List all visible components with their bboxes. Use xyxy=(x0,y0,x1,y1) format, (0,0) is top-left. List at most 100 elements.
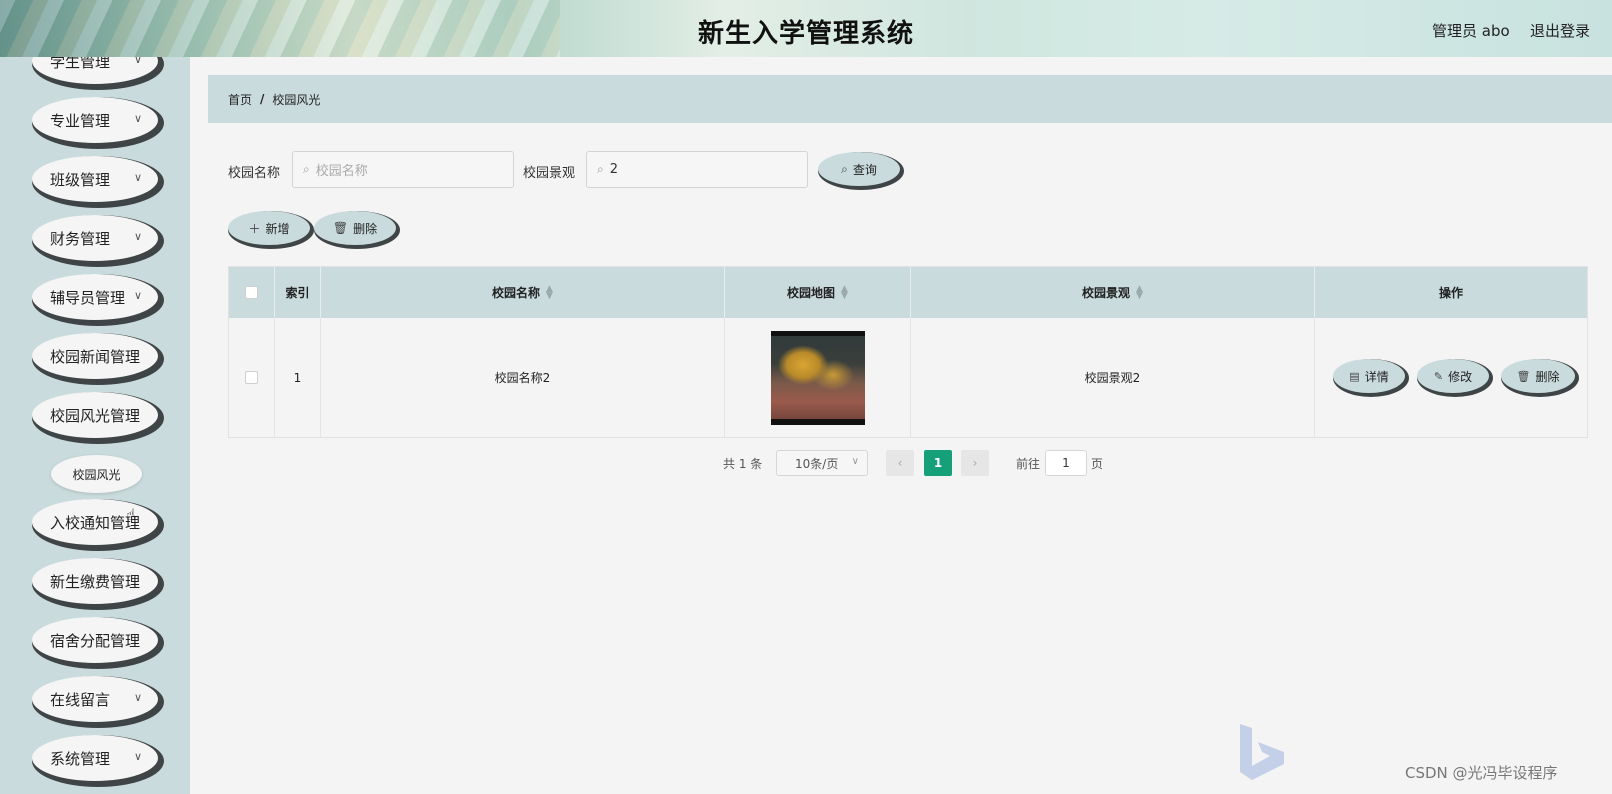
delete-button[interactable]: 🗑 删除 xyxy=(1501,359,1575,393)
goto-page-input[interactable]: 1 xyxy=(1045,450,1087,476)
sidebar-item-dorm[interactable]: 宿舍分配管理 xyxy=(32,617,158,663)
row-select-cell xyxy=(229,318,275,437)
sidebar-item-label: 宿舍分配管理 xyxy=(50,631,141,650)
add-button[interactable]: ＋ 新增 xyxy=(228,211,310,245)
table-row: 1 校园名称2 校园景观2 ▤ 详情 ✎ 修改 🗑 删除 xyxy=(229,318,1587,437)
sidebar-item-campus-scenery[interactable]: 校园风光管理 xyxy=(32,392,158,438)
header-name-label: 校园名称 xyxy=(492,286,541,300)
sidebar-item-label: 校园新闻管理 xyxy=(50,347,141,366)
document-icon: ▤ xyxy=(1349,369,1360,383)
header-select-all-cell xyxy=(229,267,275,318)
select-all-checkbox[interactable] xyxy=(245,286,258,299)
page-size-select[interactable]: 10条/页 ∨ xyxy=(776,450,868,476)
goto-prefix: 前往 xyxy=(1016,457,1041,471)
header-scene[interactable]: 校园景观 ▲ ▼ xyxy=(911,267,1315,318)
sidebar-item-major[interactable]: 专业管理 ∨ xyxy=(32,97,158,143)
sidebar-item-label: 专业管理 xyxy=(50,111,111,130)
top-header: 新生入学管理系统 管理员 abo 退出登录 xyxy=(0,0,1612,57)
search-name-input[interactable]: ⌕ 校园名称 xyxy=(292,151,514,188)
sidebar-item-label: 辅导员管理 xyxy=(50,288,126,307)
sidebar-subitem-campus-scenery[interactable]: 校园风光 xyxy=(51,455,142,493)
current-user: 管理员 abo xyxy=(1432,22,1510,40)
sidebar-item-label: 班级管理 xyxy=(50,170,111,189)
trash-icon: 🗑 xyxy=(1516,369,1531,383)
sidebar-item-label: 在线留言 xyxy=(50,690,111,709)
sort-icon: ▲ ▼ xyxy=(1136,284,1143,301)
batch-delete-button-label: 删除 xyxy=(353,221,378,236)
sidebar-item-student[interactable]: 学生管理 ∨ xyxy=(32,57,158,84)
search-icon: ⌕ xyxy=(303,162,310,176)
row-index: 1 xyxy=(275,318,321,437)
chevron-down-icon: ∨ xyxy=(133,750,142,763)
search-scene-value: 2 xyxy=(609,162,619,177)
header-index: 索引 xyxy=(275,267,321,318)
search-scene-label: 校园景观 xyxy=(523,166,576,181)
sidebar-item-system[interactable]: 系统管理 ∨ xyxy=(32,735,158,781)
chevron-down-icon: ∨ xyxy=(133,691,142,704)
chevron-left-icon: ‹ xyxy=(897,456,903,470)
sidebar-item-label: 新生缴费管理 xyxy=(50,572,141,591)
data-table: 索引 校园名称 ▲ ▼ 校园地图 ▲ ▼ 校园景观 ▲ ▼ 操作 1 校园名称2 校园景观2… xyxy=(228,266,1588,438)
goto-suffix: 页 xyxy=(1091,457,1104,471)
add-button-label: 新增 xyxy=(265,221,290,236)
query-button[interactable]: ⌕ 查询 xyxy=(818,152,900,186)
campus-map-thumbnail[interactable] xyxy=(770,330,865,425)
app-title: 新生入学管理系统 xyxy=(697,19,914,49)
edit-button-label: 修改 xyxy=(1448,369,1473,384)
row-map-cell xyxy=(725,318,911,437)
pagination-total: 共 1 条 xyxy=(723,457,763,471)
delete-button-label: 删除 xyxy=(1535,369,1560,384)
chevron-down-icon: ∨ xyxy=(133,289,142,302)
row-ops-cell: ▤ 详情 ✎ 修改 🗑 删除 xyxy=(1315,318,1587,437)
sidebar-item-label: 财务管理 xyxy=(50,229,111,248)
header-name[interactable]: 校园名称 ▲ ▼ xyxy=(321,267,725,318)
pencil-icon: ✎ xyxy=(1433,369,1444,383)
detail-button[interactable]: ▤ 详情 xyxy=(1333,359,1405,393)
chevron-down-icon: ∨ xyxy=(133,171,142,184)
logout-link[interactable]: 退出登录 xyxy=(1530,20,1590,41)
sort-icon: ▲ ▼ xyxy=(546,284,553,301)
batch-delete-button[interactable]: 🗑 删除 xyxy=(314,211,396,245)
chevron-down-icon: ∨ xyxy=(851,456,859,467)
sidebar-item-fee[interactable]: 新生缴费管理 xyxy=(32,558,158,604)
bing-logo-icon xyxy=(1240,724,1284,780)
edit-button[interactable]: ✎ 修改 xyxy=(1417,359,1489,393)
next-page-button[interactable]: › xyxy=(961,450,989,476)
plus-icon: ＋ xyxy=(248,221,261,236)
search-scene-input[interactable]: ⌕ 2 xyxy=(586,151,808,188)
sidebar-item-admission-notice[interactable]: 入校通知管理 xyxy=(32,499,158,545)
sidebar-item-message[interactable]: 在线留言 ∨ xyxy=(32,676,158,722)
breadcrumb-current: 校园风光 xyxy=(272,92,321,107)
sidebar-item-campus-news[interactable]: 校园新闻管理 xyxy=(32,333,158,379)
breadcrumb: 首页 / 校园风光 xyxy=(208,75,1612,123)
search-name-label: 校园名称 xyxy=(228,166,281,181)
sidebar-item-class[interactable]: 班级管理 ∨ xyxy=(32,156,158,202)
search-icon: ⌕ xyxy=(841,161,848,176)
page-size-value: 10条/页 xyxy=(795,456,839,471)
table-header: 索引 校园名称 ▲ ▼ 校园地图 ▲ ▼ 校园景观 ▲ ▼ 操作 xyxy=(229,267,1587,318)
sidebar-item-label: 校园风光管理 xyxy=(50,406,141,425)
search-name-placeholder: 校园名称 xyxy=(315,164,368,179)
header-map-label: 校园地图 xyxy=(787,286,836,300)
header-ops: 操作 xyxy=(1438,286,1463,300)
header-map[interactable]: 校园地图 ▲ ▼ xyxy=(725,267,911,318)
page-number-current[interactable]: 1 xyxy=(924,450,952,476)
chevron-down-icon: ∨ xyxy=(133,57,142,66)
row-scene: 校园景观2 xyxy=(911,318,1315,437)
watermark-text: CSDN @光冯毕设程序 xyxy=(1405,764,1558,782)
trash-icon: 🗑 xyxy=(332,221,349,235)
breadcrumb-home[interactable]: 首页 xyxy=(228,91,252,108)
sidebar-item-label: 系统管理 xyxy=(50,749,111,768)
prev-page-button[interactable]: ‹ xyxy=(886,450,914,476)
sidebar-item-finance[interactable]: 财务管理 ∨ xyxy=(32,215,158,261)
detail-button-label: 详情 xyxy=(1364,369,1389,384)
sidebar-item-counselor[interactable]: 辅导员管理 ∨ xyxy=(32,274,158,320)
chevron-right-icon: › xyxy=(972,456,978,470)
hand-cursor-icon: ☝ xyxy=(126,505,136,524)
breadcrumb-separator: / xyxy=(260,92,265,106)
row-name: 校园名称2 xyxy=(321,318,725,437)
row-checkbox[interactable] xyxy=(245,371,258,384)
sidebar-item-label: 学生管理 xyxy=(50,57,111,71)
sort-icon: ▲ ▼ xyxy=(841,284,848,301)
search-icon: ⌕ xyxy=(597,162,604,176)
